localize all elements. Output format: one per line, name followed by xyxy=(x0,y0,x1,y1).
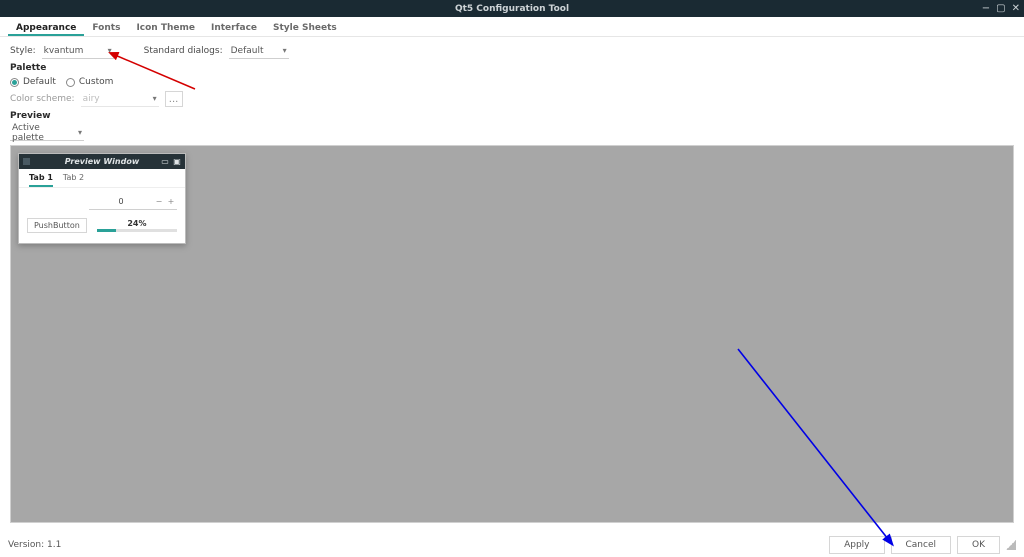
appearance-panel: Style: kvantum ▾ Standard dialogs: Defau… xyxy=(0,37,1024,523)
style-combo-value: kvantum xyxy=(44,46,84,56)
tab-icon-theme[interactable]: Icon Theme xyxy=(128,21,203,36)
preview-window-title: Preview Window xyxy=(65,157,139,166)
spin-down-icon[interactable]: − xyxy=(153,197,165,206)
preview-spin-value: 0 xyxy=(89,197,153,206)
ok-button[interactable]: OK xyxy=(957,536,1000,554)
palette-radio-custom[interactable]: Custom xyxy=(66,77,113,87)
spin-up-icon[interactable]: + xyxy=(165,197,177,206)
apply-button[interactable]: Apply xyxy=(829,536,884,554)
style-combo[interactable]: kvantum ▾ xyxy=(42,43,114,59)
close-icon[interactable]: ✕ xyxy=(1012,4,1020,14)
palette-radio-default-label: Default xyxy=(23,77,56,87)
preview-tab-2[interactable]: Tab 2 xyxy=(63,173,84,187)
main-tabs: Appearance Fonts Icon Theme Interface St… xyxy=(0,17,1024,37)
preview-progress-bar xyxy=(97,229,177,232)
preview-menu-icon xyxy=(23,158,30,165)
palette-heading: Palette xyxy=(10,63,1014,73)
tab-style-sheets[interactable]: Style Sheets xyxy=(265,21,345,36)
preview-tab-1[interactable]: Tab 1 xyxy=(29,173,53,187)
preview-palette-value: Active palette xyxy=(12,123,70,143)
radio-dot-icon xyxy=(10,78,19,87)
chevron-down-icon: ▾ xyxy=(283,46,287,55)
preview-minimize-icon[interactable]: ▭ xyxy=(161,158,169,166)
preview-window: Preview Window ▭ ▣ Tab 1 Tab 2 0 − + Pus… xyxy=(18,153,186,244)
dialogs-label: Standard dialogs: xyxy=(144,46,223,56)
dialogs-combo[interactable]: Default ▾ xyxy=(229,43,289,59)
footer: Version: 1.1 Apply Cancel OK xyxy=(0,532,1024,557)
window-titlebar: Qt5 Configuration Tool − ▢ ✕ xyxy=(0,0,1024,17)
preview-tabs: Tab 1 Tab 2 xyxy=(19,169,185,188)
tab-fonts[interactable]: Fonts xyxy=(84,21,128,36)
preview-maximize-icon[interactable]: ▣ xyxy=(173,158,181,166)
window-title: Qt5 Configuration Tool xyxy=(455,4,569,14)
window-controls: − ▢ ✕ xyxy=(982,4,1020,14)
preview-push-button[interactable]: PushButton xyxy=(27,218,87,233)
color-scheme-value: airy xyxy=(83,94,100,104)
palette-radio-default[interactable]: Default xyxy=(10,77,56,87)
preview-body: 0 − + PushButton 24% xyxy=(19,188,185,243)
palette-radio-custom-label: Custom xyxy=(79,77,113,87)
chevron-down-icon: ▾ xyxy=(108,46,112,55)
color-scheme-combo: airy ▾ xyxy=(81,91,159,107)
preview-progress-fill xyxy=(97,229,116,232)
style-label: Style: xyxy=(10,46,36,56)
preview-progress: 24% xyxy=(97,219,177,232)
preview-spinbox[interactable]: 0 − + xyxy=(89,194,177,210)
preview-heading: Preview xyxy=(10,111,1014,121)
minimize-icon[interactable]: − xyxy=(982,4,990,14)
chevron-down-icon: ▾ xyxy=(153,94,157,103)
cancel-button[interactable]: Cancel xyxy=(891,536,952,554)
radio-dot-icon xyxy=(66,78,75,87)
preview-palette-combo[interactable]: Active palette ▾ xyxy=(10,125,84,141)
preview-area: Preview Window ▭ ▣ Tab 1 Tab 2 0 − + Pus… xyxy=(10,145,1014,523)
dialogs-combo-value: Default xyxy=(231,46,264,56)
version-label: Version: 1.1 xyxy=(8,540,61,550)
resize-grip-icon[interactable] xyxy=(1006,540,1016,550)
tab-interface[interactable]: Interface xyxy=(203,21,265,36)
chevron-down-icon: ▾ xyxy=(78,128,82,137)
preview-window-titlebar[interactable]: Preview Window ▭ ▣ xyxy=(19,154,185,169)
color-scheme-label: Color scheme: xyxy=(10,94,75,104)
preview-progress-label: 24% xyxy=(97,219,177,228)
color-scheme-browse-button[interactable]: ... xyxy=(165,91,183,107)
tab-appearance[interactable]: Appearance xyxy=(8,21,84,36)
maximize-icon[interactable]: ▢ xyxy=(996,4,1005,14)
